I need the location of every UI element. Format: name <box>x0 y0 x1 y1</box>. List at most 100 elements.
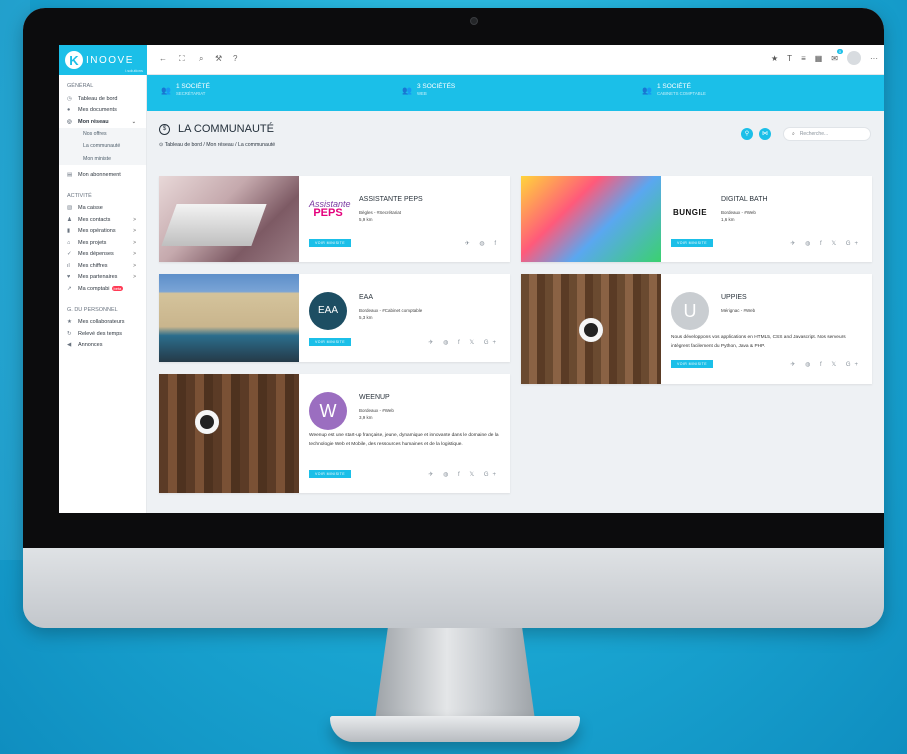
company-distance: 1,6 km <box>721 217 735 222</box>
sidebar-item-expenses[interactable]: ✓ Mes dépenses > <box>59 249 146 261</box>
section-general: GÉNÉRAL <box>67 83 94 89</box>
app-logo[interactable]: K inoove i.solutions <box>59 45 147 75</box>
breadcrumb-text: Tableau de bord / Mon réseau / La commun… <box>164 142 276 148</box>
sidebar-item-documents[interactable]: ● Mes documents <box>59 105 146 117</box>
notification-icon[interactable]: ✉ 0 <box>831 48 843 63</box>
more-icon[interactable]: ··· <box>870 54 878 63</box>
view-minisite-button[interactable]: VOIR MINISITE <box>671 239 713 247</box>
company-location: Bordeaux - #Web <box>721 210 756 215</box>
company-name[interactable]: WEENUP <box>359 394 390 401</box>
company-name[interactable]: UPPIES <box>721 294 747 301</box>
sidebar-item-subscription[interactable]: ▤ Mon abonnement <box>59 169 146 181</box>
company-name[interactable]: ASSISTANTE PEPS <box>359 196 423 203</box>
sidebar-subitem-offers[interactable]: Nos offres <box>59 128 146 141</box>
network-submenu: Nos offres La communauté Mon ministe <box>59 127 146 166</box>
sidebar-item-operations[interactable]: ▮ Mes opérations > <box>59 226 146 238</box>
avatar[interactable] <box>847 51 861 65</box>
trend-icon: ↗ <box>67 285 72 292</box>
stat-accounting[interactable]: 👥 1 SOCIÉTÉ CABINETS COMPTABLE <box>642 83 706 96</box>
sidebar-item-collaborators[interactable]: ★ Mes collaborateurs <box>59 317 146 329</box>
beta-badge: beta <box>111 286 124 292</box>
sidebar-item-label: Mes collaborateurs <box>78 319 125 326</box>
social-icons[interactable]: ✈ ◍ f <box>465 240 500 247</box>
sidebar: GÉNÉRAL ◷ Tableau de bord ● Mes documents … <box>59 75 147 513</box>
page-title: $ LA COMMUNAUTÉ <box>159 123 274 135</box>
stat-count: 3 SOCIÉTÉS <box>416 83 456 90</box>
calendar-icon[interactable]: ▦ <box>815 54 823 63</box>
stat-web[interactable]: 👥 3 SOCIÉTÉS WEB <box>402 83 455 96</box>
sidebar-item-partners[interactable]: ♥ Mes partenaires > <box>59 272 146 284</box>
sidebar-item-dashboard[interactable]: ◷ Tableau de bord <box>59 93 146 105</box>
chevron-right-icon: > <box>133 262 136 269</box>
company-photo <box>159 274 299 362</box>
sidebar-item-label: Annonces <box>78 342 103 349</box>
stat-count: 1 SOCIÉTÉ <box>656 83 691 90</box>
social-icons[interactable]: ✈ ◍ f 𝕏 G+ <box>428 339 500 346</box>
network-icon: ◎ <box>67 118 72 125</box>
company-logo: Assistante PEPS <box>309 194 351 232</box>
help-icon[interactable]: ? <box>233 54 237 63</box>
map-pin-button[interactable]: ⚲ <box>741 128 753 140</box>
sidebar-subitem-community[interactable]: La communauté <box>59 140 146 153</box>
company-logo: U <box>671 292 709 330</box>
company-meta: Bordeaux - #Cabinet comptable 5,3 km <box>359 307 422 321</box>
sidebar-item-label: Mes projets <box>78 239 107 246</box>
logo-text: inoove <box>86 54 134 66</box>
section-staff: G. DU PERSONNEL <box>67 306 118 313</box>
social-icons[interactable]: ✈ ◍ f 𝕏 G+ <box>790 240 862 247</box>
company-card[interactable]: U UPPIES Mérignac - #Web Nous développon… <box>521 274 872 384</box>
view-minisite-button[interactable]: VOIR MINISITE <box>309 470 351 478</box>
sidebar-item-accounting[interactable]: ↗ Ma comptabi beta <box>59 283 146 295</box>
company-name[interactable]: EAA <box>359 294 373 301</box>
sidebar-item-projects[interactable]: ⌂ Mes projets > <box>59 237 146 249</box>
company-meta: Bègles - #Secrétariat 5,9 km <box>359 209 401 223</box>
sidebar-item-announcements[interactable]: ◀ Annonces <box>59 340 146 352</box>
sidebar-item-cash[interactable]: ▧ Ma caisse <box>59 203 146 215</box>
chevron-down-icon: ⌄ <box>131 118 136 125</box>
tools-icon[interactable]: ⚒ <box>215 54 222 63</box>
monitor-foot <box>330 716 580 742</box>
search-icon[interactable]: ⌕ <box>199 54 203 64</box>
stat-secretariat[interactable]: 👥 1 SOCIÉTÉ SECRÉTARIAT <box>161 83 210 96</box>
back-icon[interactable]: ← <box>159 54 167 63</box>
social-icons[interactable]: ✈ ◍ f 𝕏 G+ <box>428 471 500 478</box>
company-card[interactable]: BUNGIE DIGITAL BATH Bordeaux - #Web 1,6 k… <box>521 176 872 262</box>
sidebar-item-figures[interactable]: ıl Mes chiffres > <box>59 260 146 272</box>
sidebar-item-label: Mes documents <box>78 107 117 114</box>
search-input[interactable]: ⌕ Recherche... <box>783 127 871 141</box>
list-icon[interactable]: ≡ <box>801 54 806 63</box>
star-icon: ★ <box>67 319 72 326</box>
fullscreen-icon[interactable]: ⛶ <box>179 54 185 64</box>
sidebar-subitem-minisite[interactable]: Mon ministe <box>59 153 146 166</box>
partners-icon: ♥ <box>67 274 71 281</box>
company-card[interactable]: Assistante PEPS ASSISTANTE PEPS Bègles - … <box>159 176 510 262</box>
share-button[interactable]: ⋈ <box>759 128 771 140</box>
company-meta: Bordeaux - #Web 1,6 km <box>721 209 756 223</box>
view-minisite-button[interactable]: VOIR MINISITE <box>671 360 713 368</box>
expenses-icon: ✓ <box>67 251 72 258</box>
notification-badge: 0 <box>836 48 843 54</box>
company-name[interactable]: DIGITAL BATH <box>721 196 768 203</box>
chart-icon: ıl <box>67 262 70 269</box>
sidebar-item-contacts[interactable]: ♟ Mes contacts > <box>59 214 146 226</box>
search-placeholder: Recherche... <box>799 131 829 137</box>
sidebar-item-label: Mes chiffres <box>78 262 108 269</box>
top-right-tools: ★ T ≡ ▦ ✉ 0 ··· <box>771 48 878 65</box>
view-minisite-button[interactable]: VOIR MINISITE <box>309 239 351 247</box>
operations-icon: ▮ <box>67 228 71 235</box>
company-photo <box>159 176 299 262</box>
star-icon[interactable]: ★ <box>771 54 778 63</box>
social-icons[interactable]: ✈ ◍ f 𝕏 G+ <box>790 361 862 368</box>
company-distance: 3,9 km <box>359 415 373 420</box>
subscription-icon: ▤ <box>67 171 73 178</box>
sidebar-item-network[interactable]: ◎ Mon réseau ⌄ <box>59 116 146 128</box>
company-card[interactable]: W WEENUP Bordeaux - #Web 3,9 km Weenup es… <box>159 374 510 493</box>
text-size-icon[interactable]: T <box>787 54 792 63</box>
company-location: Bordeaux - #Web <box>359 408 394 413</box>
company-card[interactable]: EAA EAA Bordeaux - #Cabinet comptable 5,3… <box>159 274 510 362</box>
stats-banner: 👥 1 SOCIÉTÉ SECRÉTARIAT 👥 3 SOCIÉTÉS WEB 👥 1 … <box>147 75 884 111</box>
view-minisite-button[interactable]: VOIR MINISITE <box>309 338 351 346</box>
breadcrumb[interactable]: ⊙ Tableau de bord / Mon réseau / La comm… <box>159 142 275 148</box>
group-icon: 👥 <box>402 86 412 95</box>
sidebar-item-timesheet[interactable]: ↻ Relevé des temps <box>59 328 146 340</box>
